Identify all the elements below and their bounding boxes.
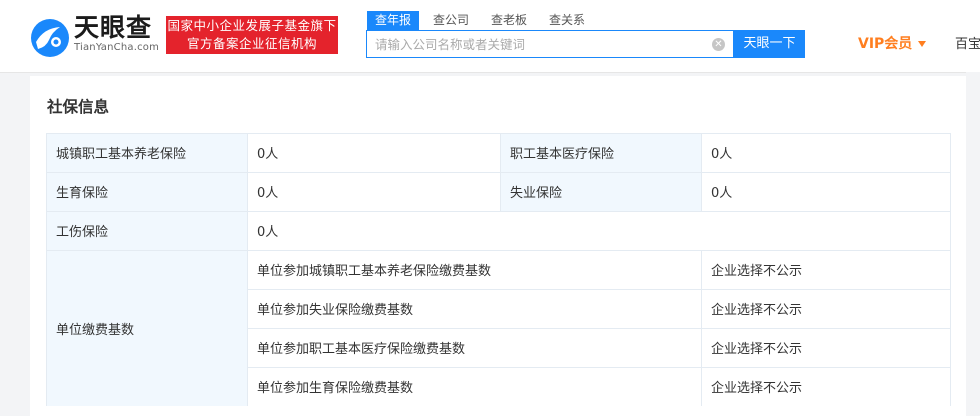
value-injury-insurance: 0人 bbox=[247, 211, 950, 250]
base-item-value: 企业选择不公示 bbox=[701, 289, 950, 328]
value-maternity-insurance: 0人 bbox=[247, 172, 500, 211]
table-border bbox=[247, 367, 950, 368]
caret-down-icon bbox=[918, 41, 927, 47]
badge-line-1: 国家中小企业发展子基金旗下 bbox=[167, 18, 337, 33]
base-item-name: 单位参加城镇职工基本养老保险缴费基数 bbox=[247, 250, 701, 289]
tianyancha-logo-icon[interactable] bbox=[30, 18, 70, 58]
table-border bbox=[500, 133, 501, 211]
table-border bbox=[46, 211, 950, 212]
official-badge: 国家中小企业发展子基金旗下 官方备案企业征信机构 bbox=[166, 16, 338, 54]
base-item-value: 企业选择不公示 bbox=[701, 250, 950, 289]
label-payment-base: 单位缴费基数 bbox=[46, 250, 247, 406]
table-border bbox=[46, 172, 950, 173]
vip-member-menu[interactable]: VIP会员 bbox=[858, 35, 927, 53]
label-injury-insurance: 工伤保险 bbox=[46, 211, 247, 250]
tab-annual-report[interactable]: 查年报 bbox=[367, 11, 420, 30]
table-border bbox=[701, 250, 702, 406]
logo-text[interactable]: 天眼查 bbox=[74, 14, 152, 42]
tab-relation[interactable]: 查关系 bbox=[541, 11, 593, 30]
search-box: ✕ bbox=[366, 30, 734, 58]
table-border bbox=[46, 133, 950, 134]
section-title: 社保信息 bbox=[47, 98, 110, 116]
search-tabs: 查年报 查公司 查老板 查关系 bbox=[367, 11, 599, 30]
label-pension-insurance: 城镇职工基本养老保险 bbox=[46, 133, 247, 172]
top-header: 天眼查 TianYanCha.com 国家中小企业发展子基金旗下 官方备案企业征… bbox=[0, 0, 980, 73]
vip-label: VIP会员 bbox=[858, 36, 913, 52]
label-unemployment-insurance: 失业保险 bbox=[500, 172, 701, 211]
social-security-card: 社保信息 城镇职工基本养老保险 0人 职工基本医疗保险 0人 生育保险 0人 失… bbox=[30, 76, 966, 416]
table-border bbox=[247, 328, 950, 329]
label-maternity-insurance: 生育保险 bbox=[46, 172, 247, 211]
badge-line-2: 官方备案企业征信机构 bbox=[186, 36, 317, 51]
base-item-value: 企业选择不公示 bbox=[701, 367, 950, 406]
table-border bbox=[950, 133, 951, 406]
search-button[interactable]: 天眼一下 bbox=[734, 30, 805, 58]
base-item-name: 单位参加职工基本医疗保险缴费基数 bbox=[247, 328, 701, 367]
tab-company[interactable]: 查公司 bbox=[425, 11, 477, 30]
base-item-name: 单位参加失业保险缴费基数 bbox=[247, 289, 701, 328]
table-border bbox=[46, 250, 950, 251]
base-item-name: 单位参加生育保险缴费基数 bbox=[247, 367, 701, 406]
value-medical-insurance: 0人 bbox=[701, 133, 950, 172]
search-input[interactable] bbox=[367, 31, 715, 57]
value-pension-insurance: 0人 bbox=[247, 133, 500, 172]
clear-icon[interactable]: ✕ bbox=[712, 38, 725, 51]
table-border bbox=[46, 133, 47, 406]
table-border bbox=[247, 133, 248, 406]
logo-subtext: TianYanCha.com bbox=[74, 42, 160, 53]
right-gutter bbox=[966, 72, 980, 407]
table-border bbox=[701, 133, 702, 211]
table-border bbox=[247, 289, 950, 290]
nav-item-baibao[interactable]: 百宝 bbox=[955, 36, 980, 54]
label-medical-insurance: 职工基本医疗保险 bbox=[500, 133, 701, 172]
tab-boss[interactable]: 查老板 bbox=[483, 11, 535, 30]
base-item-value: 企业选择不公示 bbox=[701, 328, 950, 367]
value-unemployment-insurance: 0人 bbox=[701, 172, 950, 211]
